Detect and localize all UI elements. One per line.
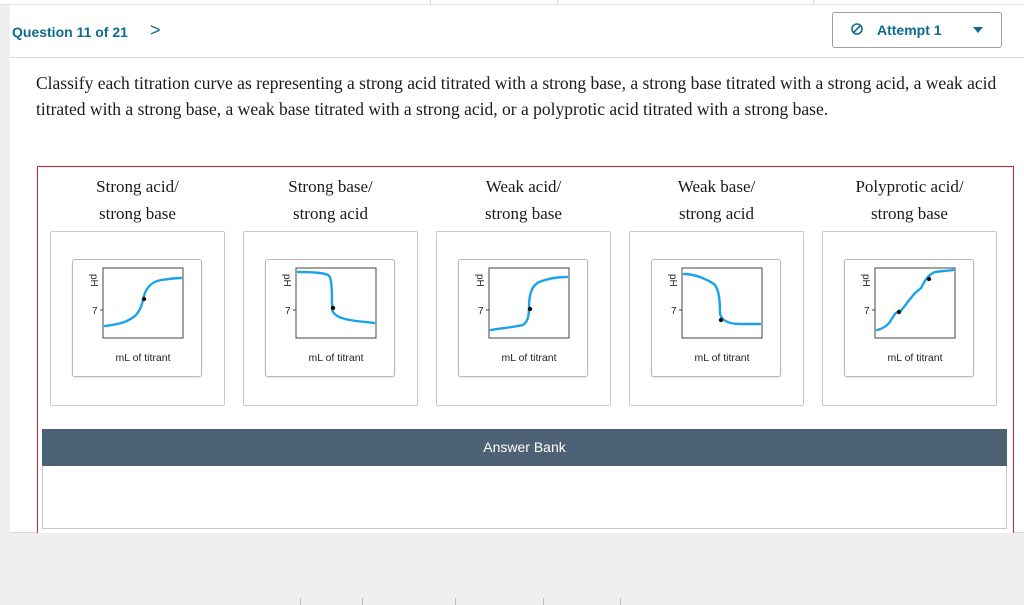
titration-curve-card[interactable]: pH 7 mL of titrant xyxy=(651,259,781,377)
titration-curve-graph: pH 7 mL of titrant xyxy=(281,267,377,364)
plot-frame xyxy=(874,267,956,339)
y-axis-label: pH xyxy=(88,274,99,287)
divider xyxy=(557,0,558,4)
category-title-line1: Polyprotic acid/ xyxy=(855,177,964,196)
titration-curve-card[interactable]: pH 7 mL of titrant xyxy=(844,259,974,377)
titration-curve-card[interactable]: pH 7 mL of titrant xyxy=(72,259,202,377)
question-panel: Question 11 of 21 > Attempt 1 Classify e… xyxy=(10,5,1024,533)
category-title-line1: Weak acid/ xyxy=(485,177,562,196)
drop-zone[interactable]: pH 7 mL of titrant xyxy=(629,231,804,406)
drop-zone[interactable]: pH 7 mL of titrant xyxy=(822,231,997,406)
category-title: Strong acid/strong base xyxy=(50,173,225,227)
y-axis-label: pH xyxy=(474,274,485,287)
classification-area: Strong acid/strong base pH 7 mL of titrant S… xyxy=(37,166,1014,533)
equivalence-point xyxy=(926,276,932,282)
category-title-line1: Weak base/ xyxy=(677,177,756,196)
x-axis-label: mL of titrant xyxy=(115,352,170,364)
divider xyxy=(813,0,814,4)
titration-curve-graph: pH 7 mL of titrant xyxy=(474,267,570,364)
category-title: Weak base/strong acid xyxy=(629,173,804,227)
question-instructions: Classify each titration curve as represe… xyxy=(36,73,997,119)
drop-zone[interactable]: pH 7 mL of titrant xyxy=(243,231,418,406)
y-axis-label: pH xyxy=(860,274,871,287)
next-question-icon[interactable]: > xyxy=(150,20,161,41)
category-title-line1: Strong base/ xyxy=(288,177,373,196)
category-title-line1: Strong acid/ xyxy=(96,177,179,196)
equivalence-point xyxy=(330,305,336,311)
category-title-line2: strong base xyxy=(99,204,176,223)
category-title: Polyprotic acid/strong base xyxy=(822,173,997,227)
attempt-label: Attempt 1 xyxy=(877,22,942,38)
y-axis-label: pH xyxy=(281,274,292,287)
answer-bank[interactable] xyxy=(42,466,1007,529)
y-tick-label: 7 xyxy=(92,306,98,317)
answer-bank-header: Answer Bank xyxy=(42,429,1007,466)
y-tick-label: 7 xyxy=(671,306,677,317)
plot-frame xyxy=(681,267,763,339)
attempt-dropdown[interactable]: Attempt 1 xyxy=(832,12,1002,48)
category-title-line2: strong base xyxy=(485,204,562,223)
titration-curve-graph: pH 7 mL of titrant xyxy=(860,267,956,364)
equivalence-point xyxy=(141,296,147,302)
x-axis-label: mL of titrant xyxy=(694,352,749,364)
titration-curve-card[interactable]: pH 7 mL of titrant xyxy=(458,259,588,377)
divider xyxy=(430,0,431,4)
category-title-line2: strong base xyxy=(871,204,948,223)
x-axis-label: mL of titrant xyxy=(501,352,556,364)
category-title: Strong base/strong acid xyxy=(243,173,418,227)
category-title-line2: strong acid xyxy=(678,204,755,223)
y-axis-label: pH xyxy=(667,274,678,287)
titration-curve-card[interactable]: pH 7 mL of titrant xyxy=(265,259,395,377)
drop-zone[interactable]: pH 7 mL of titrant xyxy=(436,231,611,406)
x-axis-label: mL of titrant xyxy=(308,352,363,364)
category-title-line2: strong acid xyxy=(292,204,369,223)
x-axis-label: mL of titrant xyxy=(887,352,942,364)
equivalence-point xyxy=(527,306,533,312)
chevron-down-icon xyxy=(973,27,983,33)
y-tick-label: 7 xyxy=(285,306,291,317)
no-entry-icon xyxy=(851,23,863,35)
titration-curve-graph: pH 7 mL of titrant xyxy=(88,267,184,364)
y-tick-label: 7 xyxy=(478,306,484,317)
equivalence-point xyxy=(718,317,724,323)
titration-curve-graph: pH 7 mL of titrant xyxy=(667,267,763,364)
plot-frame xyxy=(295,267,377,339)
question-header: Question 11 of 21 > Attempt 1 xyxy=(10,5,1024,58)
equivalence-point xyxy=(896,309,902,315)
bottom-strip xyxy=(0,598,1024,605)
drop-zone[interactable]: pH 7 mL of titrant xyxy=(50,231,225,406)
category-title: Weak acid/strong base xyxy=(436,173,611,227)
y-tick-label: 7 xyxy=(864,306,870,317)
question-counter: Question 11 of 21 xyxy=(12,24,128,40)
